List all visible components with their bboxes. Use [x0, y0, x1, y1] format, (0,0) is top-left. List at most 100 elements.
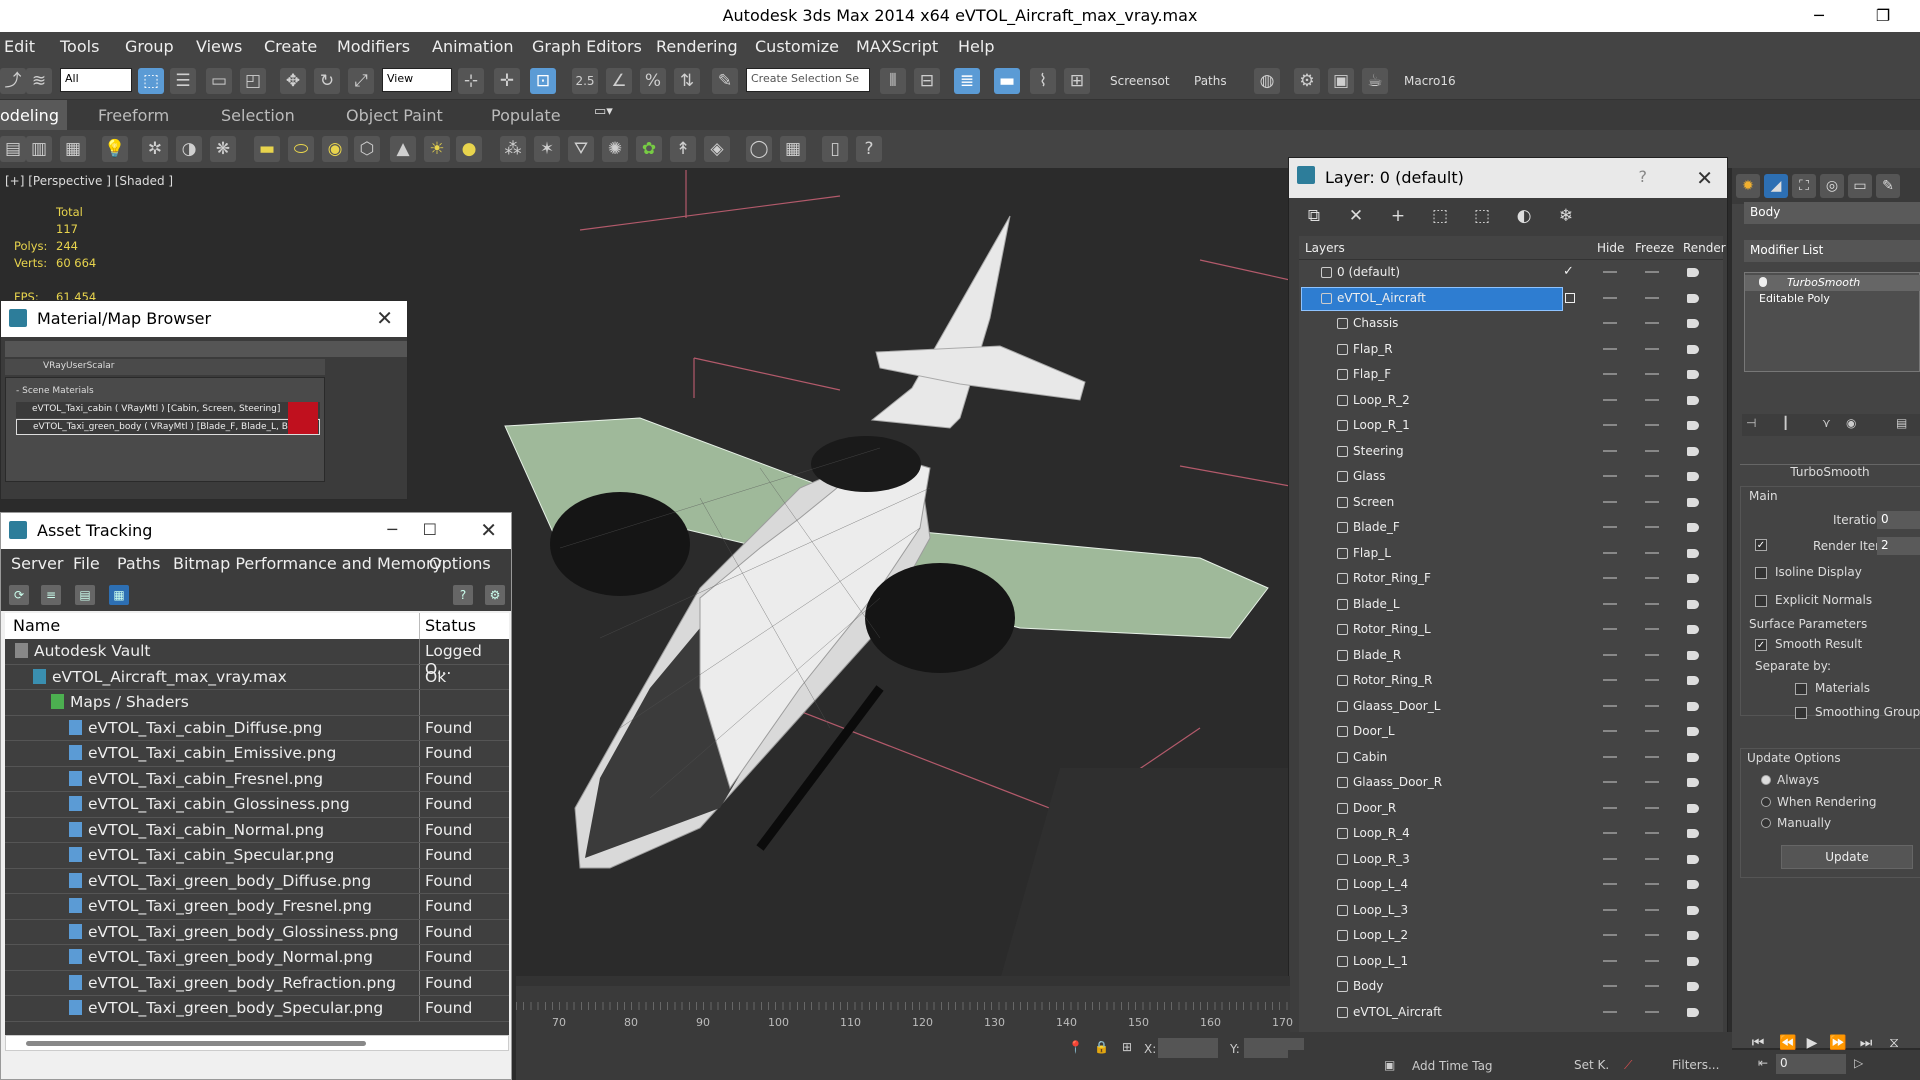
material-editor-icon[interactable]: ◍	[1254, 68, 1280, 94]
render-teapot-icon[interactable]	[1687, 472, 1699, 481]
layer-row[interactable]: Chassis	[1299, 311, 1723, 337]
hide-all-icon[interactable]: ◐	[1513, 205, 1535, 227]
tab-freeform[interactable]: Freeform	[98, 106, 169, 125]
layer-row[interactable]: Loop_L_1	[1299, 949, 1723, 975]
goto-end-icon[interactable]: ⏭	[1856, 1035, 1876, 1053]
tab-populate[interactable]: Populate	[491, 106, 561, 125]
close-icon[interactable]: ✕	[1696, 166, 1713, 190]
ref-coord-dropdown[interactable]: View	[382, 68, 452, 92]
render-teapot-icon[interactable]	[1687, 676, 1699, 685]
materials-checkbox[interactable]	[1795, 683, 1807, 695]
menu-paths[interactable]: Paths	[117, 554, 160, 573]
layer-row[interactable]: Body	[1299, 974, 1723, 1000]
menu-create[interactable]: Create	[264, 37, 317, 56]
link-icon[interactable]: ⤴	[0, 68, 26, 94]
col-layers-header[interactable]: Layers	[1305, 241, 1345, 255]
rendered-frame-icon[interactable]: ▣	[1328, 68, 1354, 94]
layer-row[interactable]: Loop_R_3	[1299, 847, 1723, 873]
menu-server[interactable]: Server	[11, 554, 63, 573]
set-key-button[interactable]: Set K.	[1574, 1058, 1609, 1072]
freeze-toggle[interactable]	[1645, 500, 1659, 503]
freeze-toggle[interactable]	[1645, 934, 1659, 936]
layer-row[interactable]: Blade_F	[1299, 515, 1723, 541]
light-icon[interactable]: 💡	[102, 136, 128, 162]
unlink-icon[interactable]: ≋	[26, 68, 52, 94]
light-lister-icon[interactable]: ❋	[210, 136, 236, 162]
iterations-spinner[interactable]: 0	[1877, 511, 1920, 529]
edit-named-sel-icon[interactable]: ✎	[712, 68, 738, 94]
settings-icon[interactable]: ⚙	[485, 585, 505, 605]
pivot-center-icon[interactable]: ⊹	[458, 68, 484, 94]
render-teapot-icon[interactable]	[1687, 701, 1699, 711]
layer-row[interactable]: Rotor_Ring_L	[1299, 617, 1723, 643]
render-teapot-icon[interactable]	[1687, 344, 1699, 354]
table-row[interactable]: eVTOL_Taxi_cabin_Specular.png Found	[5, 843, 509, 869]
render-teapot-icon[interactable]	[1687, 829, 1699, 838]
freeze-toggle[interactable]	[1645, 985, 1659, 987]
stack-item-turbosmooth[interactable]: TurboSmooth	[1745, 275, 1920, 291]
help-button[interactable]: ?	[1639, 167, 1648, 186]
material-item-cabin[interactable]: eVTOL_Taxi_cabin ( VRayMtl ) [Cabin, Scr…	[16, 402, 320, 418]
minimize-button[interactable]: ─	[1796, 0, 1842, 32]
list-view-icon[interactable]: ≡	[41, 585, 61, 605]
freeze-toggle[interactable]	[1645, 271, 1659, 273]
table-row[interactable]: eVTOL_Taxi_cabin_Glossiness.png Found	[5, 792, 509, 818]
layer-row[interactable]: Glaass_Door_R	[1299, 770, 1723, 796]
hide-toggle[interactable]	[1603, 653, 1617, 656]
modifier-list-dropdown[interactable]: Modifier List	[1744, 240, 1920, 262]
col-hide-header[interactable]: Hide	[1597, 241, 1624, 255]
goto-start-icon[interactable]: ⏮	[1748, 1035, 1768, 1053]
object-name-field[interactable]: Body	[1744, 202, 1920, 224]
vray-displace-icon[interactable]: ✺	[602, 136, 628, 162]
render-teapot-icon[interactable]	[1687, 1007, 1699, 1017]
hide-toggle[interactable]	[1603, 296, 1617, 299]
thumbnail-view-icon[interactable]: ▤	[75, 585, 95, 605]
menu-graph-editors[interactable]: Graph Editors	[532, 37, 642, 56]
dope-icon[interactable]: ✲	[142, 136, 168, 162]
table-row[interactable]: eVTOL_Aircraft_max_vray.max Ok	[5, 664, 509, 690]
material-search-input[interactable]	[5, 341, 407, 357]
hide-toggle[interactable]	[1603, 679, 1617, 681]
percent-snap-icon[interactable]: %	[640, 68, 666, 94]
render-teapot-icon[interactable]: ☕	[1362, 68, 1388, 94]
freeze-toggle[interactable]	[1645, 449, 1659, 452]
menu-bitmap-performance[interactable]: Bitmap Performance and Memory	[173, 554, 442, 573]
table-row[interactable]: eVTOL_Taxi_green_body_Fresnel.png Found	[5, 894, 509, 920]
make-current-icon[interactable]	[1565, 292, 1575, 303]
freeze-toggle[interactable]	[1645, 551, 1659, 554]
hide-toggle[interactable]	[1603, 1010, 1617, 1013]
layer-row[interactable]: Loop_R_4	[1299, 821, 1723, 847]
time-slider[interactable]	[516, 976, 1290, 986]
angle-snap-icon[interactable]: ∠	[606, 68, 632, 94]
column-divider[interactable]	[419, 613, 420, 639]
render-teapot-icon[interactable]	[1687, 548, 1699, 558]
freeze-toggle[interactable]	[1645, 398, 1659, 401]
select-manipulate-icon[interactable]: ✛	[494, 68, 520, 94]
freeze-toggle[interactable]	[1645, 322, 1659, 324]
layer-row[interactable]: Flap_F	[1299, 362, 1723, 388]
tab-selection[interactable]: Selection	[221, 106, 295, 125]
rect-selection-icon[interactable]: ▭	[206, 68, 232, 94]
refresh-icon[interactable]: ⟳	[9, 585, 29, 605]
menu-edit[interactable]: Edit	[4, 37, 35, 56]
vray-plane-obj-icon[interactable]: ⛛	[568, 136, 594, 162]
layer-row[interactable]: Flap_R	[1299, 337, 1723, 363]
layer-row[interactable]: Screen	[1299, 490, 1723, 516]
freeze-toggle[interactable]	[1645, 296, 1659, 299]
vray-plane-icon[interactable]: ▬	[254, 136, 280, 162]
render-teapot-icon[interactable]	[1687, 625, 1699, 634]
turbosmooth-rollout-title[interactable]: TurboSmooth	[1740, 464, 1920, 480]
hide-toggle[interactable]	[1603, 347, 1617, 350]
vray-dome-icon[interactable]: ⬭	[288, 136, 314, 162]
macro-label[interactable]: Macro16	[1404, 74, 1456, 88]
pin-stack-icon[interactable]: ⊣	[1746, 416, 1756, 430]
vfb-icon[interactable]: ▦	[780, 136, 806, 162]
vray-mesh-icon[interactable]: ⬡	[354, 136, 380, 162]
render-iters-checkbox[interactable]: ✓	[1755, 539, 1767, 551]
named-selection-input[interactable]: Create Selection Se	[746, 68, 870, 92]
hide-toggle[interactable]	[1603, 857, 1617, 860]
render-teapot-icon[interactable]	[1687, 752, 1699, 762]
freeze-toggle[interactable]	[1645, 373, 1659, 375]
freeze-toggle[interactable]	[1645, 704, 1659, 707]
freeze-toggle[interactable]	[1645, 1010, 1659, 1013]
